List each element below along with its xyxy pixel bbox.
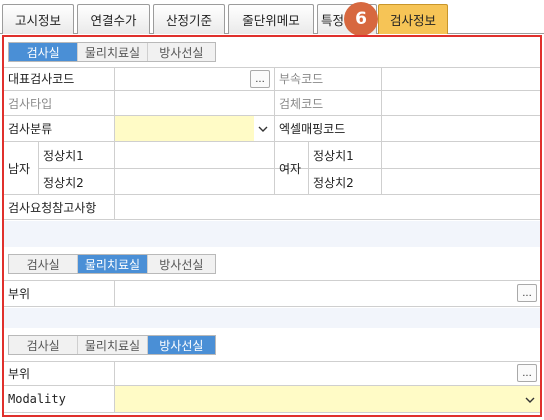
physio-site-label: 부위 — [8, 286, 31, 301]
female-normal1-label: 정상치1 — [313, 148, 354, 163]
modality-label: Modality — [8, 392, 66, 406]
specimen-code-input[interactable] — [382, 91, 540, 115]
request-note-label: 검사요청참고사항 — [8, 200, 97, 215]
rep-code-browse-button[interactable]: ... — [250, 70, 270, 88]
toggle-physio[interactable]: 물리치료실 — [78, 255, 148, 273]
chevron-down-icon[interactable] — [524, 394, 536, 406]
radiology-site-label: 부위 — [8, 366, 31, 381]
toggle-physio[interactable]: 물리치료실 — [78, 336, 148, 354]
request-note-input[interactable] — [115, 195, 540, 219]
request-note-area[interactable] — [4, 221, 540, 247]
room-toggle-3: 검사실 물리치료실 방사선실 — [8, 335, 216, 355]
male-normal2-label: 정상치2 — [43, 175, 84, 190]
toggle-lab[interactable]: 검사실 — [9, 336, 79, 354]
callout-badge: 6 — [344, 2, 378, 36]
female-normal2-label: 정상치2 — [313, 175, 354, 190]
chevron-down-icon[interactable] — [257, 123, 269, 135]
row-physio-site: 부위 ... — [4, 280, 540, 307]
radiology-site-input[interactable] — [115, 361, 540, 385]
physio-site-browse-button[interactable]: ... — [517, 284, 537, 302]
modality-select[interactable] — [115, 386, 540, 412]
female-normal1-input[interactable] — [382, 142, 540, 168]
room-toggle-1: 검사실 물리치료실 방사선실 — [8, 42, 216, 62]
specimen-code-label: 검체코드 — [279, 96, 324, 111]
test-type-input[interactable] — [115, 91, 274, 115]
toggle-physio[interactable]: 물리치료실 — [78, 43, 148, 61]
dept-code-input[interactable] — [382, 67, 540, 90]
male-normal1-input[interactable] — [115, 142, 274, 168]
row-radiology-site: 부위 ... — [4, 361, 540, 386]
row-test-type: 검사타입 검체코드 — [4, 91, 540, 116]
row-request-note: 검사요청참고사항 — [4, 195, 540, 220]
test-class-label: 검사분류 — [8, 122, 53, 136]
male-normal2-input[interactable] — [115, 169, 274, 195]
toggle-radiology[interactable]: 방사선실 — [147, 336, 215, 354]
rep-code-label: 대표검사코드 — [8, 72, 75, 86]
toggle-lab[interactable]: 검사실 — [9, 43, 79, 61]
test-class-select[interactable] — [115, 116, 254, 141]
female-label: 여자 — [279, 161, 302, 176]
row-test-class: 검사분류 엑셀매핑코드 — [4, 116, 540, 142]
tab-calc-criteria[interactable]: 산정기준 — [153, 4, 225, 34]
room-toggle-2: 검사실 물리치료실 방사선실 — [8, 254, 216, 274]
excel-map-input[interactable] — [382, 116, 540, 141]
tab-notice-info[interactable]: 고시정보 — [2, 4, 74, 34]
excel-map-label: 엑셀매핑코드 — [279, 122, 346, 136]
test-type-label: 검사타입 — [8, 96, 53, 111]
female-normal2-input[interactable] — [382, 169, 540, 195]
toggle-lab[interactable]: 검사실 — [9, 255, 79, 273]
tab-test-info[interactable]: 검사정보 — [378, 4, 448, 34]
toggle-radiology[interactable]: 방사선실 — [148, 43, 215, 61]
tab-bar: 고시정보 연결수가 산정기준 줄단위메모 특정 검사정보 6 — [0, 0, 544, 36]
male-label: 남자 — [8, 161, 31, 176]
male-normal1-label: 정상치1 — [43, 148, 84, 163]
row-normal-values: 남자 정상치1 정상치2 여자 정상치1 정상치2 — [4, 142, 540, 195]
toggle-radiology[interactable]: 방사선실 — [148, 255, 215, 273]
dept-code-label: 부속코드 — [279, 72, 324, 86]
radiology-site-browse-button[interactable]: ... — [517, 364, 537, 382]
physio-site-area — [4, 308, 540, 328]
physio-site-input[interactable] — [115, 280, 540, 306]
tab-linked-fee[interactable]: 연결수가 — [77, 4, 150, 34]
row-rep-code: 대표검사코드 ... 부속코드 — [4, 67, 540, 91]
tab-line-memo[interactable]: 줄단위메모 — [228, 4, 314, 34]
row-modality: Modality — [4, 386, 540, 413]
